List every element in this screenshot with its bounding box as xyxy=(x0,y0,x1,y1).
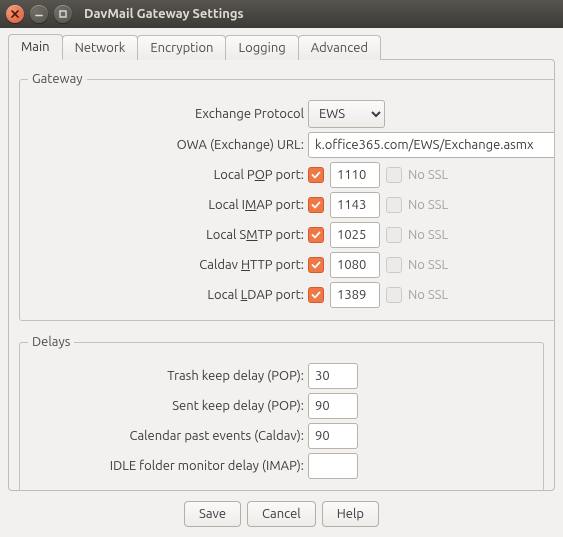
tab-advanced[interactable]: Advanced xyxy=(298,35,381,60)
imap-nossl-label: No SSL xyxy=(408,198,448,212)
ldap-enable-checkbox[interactable] xyxy=(308,287,324,303)
cancel-button[interactable]: Cancel xyxy=(247,501,316,527)
tab-network[interactable]: Network xyxy=(62,35,139,60)
tab-main[interactable]: Main xyxy=(8,34,63,60)
pop-enable-checkbox[interactable] xyxy=(308,167,324,183)
imap-port-label: Local IMAP port: xyxy=(28,198,308,212)
close-icon[interactable] xyxy=(6,5,24,23)
calendar-delay-input[interactable] xyxy=(308,423,358,449)
smtp-nossl-checkbox[interactable] xyxy=(386,227,402,243)
tab-panel-main: Gateway Exchange Protocol EWS OWA (Excha… xyxy=(8,59,555,491)
window-title: DavMail Gateway Settings xyxy=(84,7,244,21)
save-button[interactable]: Save xyxy=(184,501,241,527)
help-button[interactable]: Help xyxy=(322,501,379,527)
imap-port-input[interactable] xyxy=(330,192,380,218)
ldap-port-input[interactable] xyxy=(330,282,380,308)
exchange-protocol-select[interactable]: EWS xyxy=(308,100,385,128)
caldav-nossl-checkbox[interactable] xyxy=(386,257,402,273)
pop-port-label: Local POP port: xyxy=(28,168,308,182)
ldap-nossl-checkbox[interactable] xyxy=(386,287,402,303)
exchange-protocol-label: Exchange Protocol xyxy=(28,107,308,121)
tab-logging[interactable]: Logging xyxy=(225,35,298,60)
imap-enable-checkbox[interactable] xyxy=(308,197,324,213)
caldav-port-input[interactable] xyxy=(330,252,380,278)
caldav-enable-checkbox[interactable] xyxy=(308,257,324,273)
ldap-port-label: Local LDAP port: xyxy=(28,288,308,302)
caldav-nossl-label: No SSL xyxy=(408,258,448,272)
delays-legend: Delays xyxy=(28,335,74,349)
owa-url-label: OWA (Exchange) URL: xyxy=(28,138,308,152)
smtp-port-label: Local SMTP port: xyxy=(28,228,308,242)
sent-delay-input[interactable] xyxy=(308,393,358,419)
imap-nossl-checkbox[interactable] xyxy=(386,197,402,213)
caldav-port-label: Caldav HTTP port: xyxy=(28,258,308,272)
smtp-nossl-label: No SSL xyxy=(408,228,448,242)
sent-delay-label: Sent keep delay (POP): xyxy=(28,399,308,413)
titlebar: DavMail Gateway Settings xyxy=(0,0,563,28)
maximize-icon[interactable] xyxy=(54,5,72,23)
dialog-buttons: Save Cancel Help xyxy=(8,491,555,529)
tab-bar: Main Network Encryption Logging Advanced xyxy=(8,34,555,60)
gateway-group: Gateway Exchange Protocol EWS OWA (Excha… xyxy=(19,72,555,321)
trash-delay-label: Trash keep delay (POP): xyxy=(28,369,308,383)
trash-delay-input[interactable] xyxy=(308,363,358,389)
pop-port-input[interactable] xyxy=(330,162,380,188)
delays-group: Delays Trash keep delay (POP): Sent keep… xyxy=(19,335,544,491)
smtp-enable-checkbox[interactable] xyxy=(308,227,324,243)
tab-encryption[interactable]: Encryption xyxy=(137,35,226,60)
calendar-delay-label: Calendar past events (Caldav): xyxy=(28,429,308,443)
pop-nossl-label: No SSL xyxy=(408,168,448,182)
idle-delay-label: IDLE folder monitor delay (IMAP): xyxy=(28,459,308,473)
gateway-legend: Gateway xyxy=(28,72,87,86)
ldap-nossl-label: No SSL xyxy=(408,288,448,302)
owa-url-input[interactable] xyxy=(308,132,555,158)
pop-nossl-checkbox[interactable] xyxy=(386,167,402,183)
idle-delay-input[interactable] xyxy=(308,453,358,479)
minimize-icon[interactable] xyxy=(30,5,48,23)
smtp-port-input[interactable] xyxy=(330,222,380,248)
